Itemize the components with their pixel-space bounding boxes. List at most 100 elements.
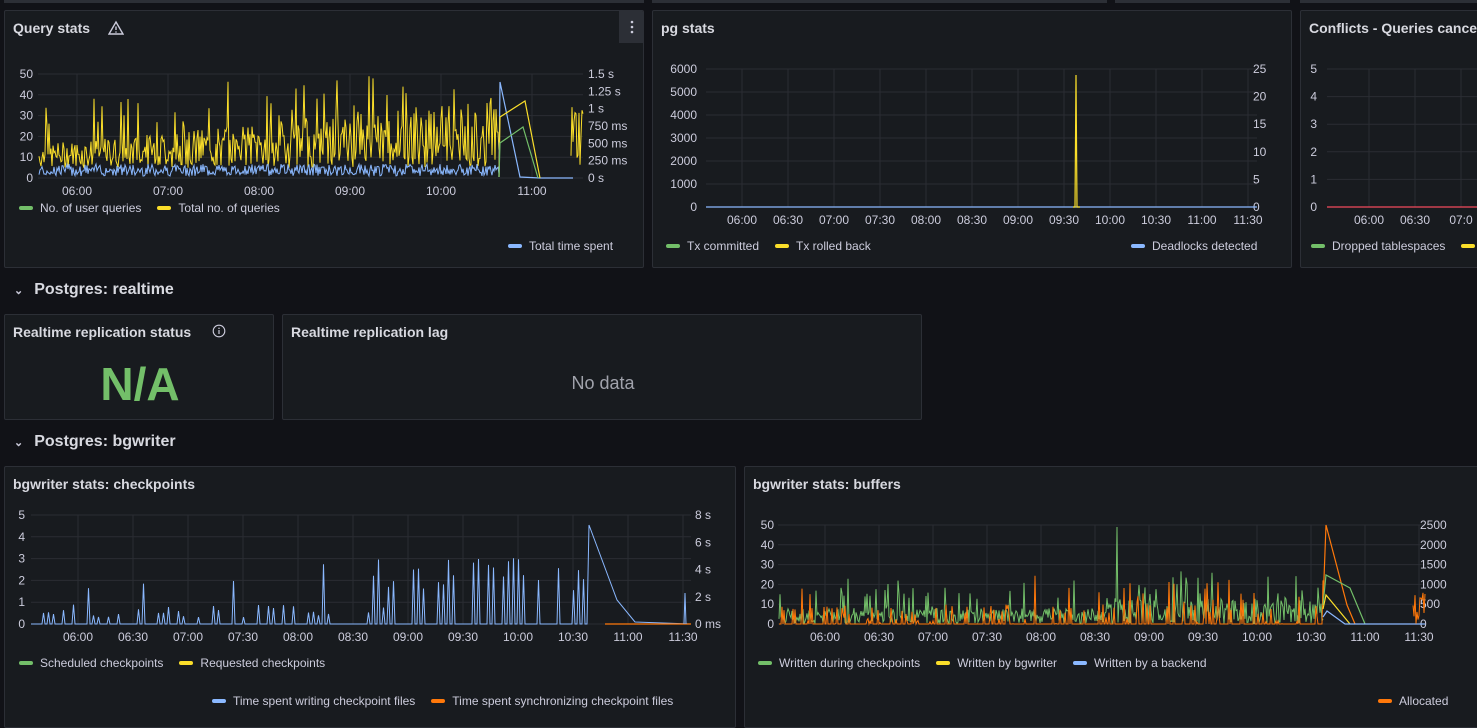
x-tick-label: 11:00: [613, 630, 642, 644]
bgwriter-buffers-panel: bgwriter stats: buffers 50 40 30 20 10 0 2500 2…: [744, 466, 1477, 728]
legend-item[interactable]: Written by bgwriter: [957, 656, 1057, 670]
x-tick-label: 06:30: [118, 630, 148, 644]
y-tick-label: 10: [761, 597, 775, 611]
x-tick-label: 10:30: [1141, 213, 1171, 227]
panel-title: pg stats: [661, 20, 715, 36]
x-tick-label: 11:30: [668, 630, 697, 644]
series-time-spent: [498, 81, 573, 179]
y-tick-label: 5000: [670, 85, 697, 99]
legend-swatch-blue: [508, 244, 522, 248]
legend-item[interactable]: Requested checkpoints: [200, 656, 325, 670]
legend-row: Deadlocks detected: [1131, 239, 1257, 253]
x-tick-label: 07:00: [173, 630, 203, 644]
y2-tick-label: 2 s: [695, 590, 711, 604]
row-header-realtime[interactable]: ⌄ Postgres: realtime: [14, 281, 174, 299]
warning-icon[interactable]: [107, 20, 125, 41]
legend-swatch-blue: [1073, 661, 1087, 665]
y-tick-label: 1000: [670, 177, 697, 191]
panel-title: Query stats: [13, 20, 91, 36]
y2-tick-label: 250 ms: [588, 154, 627, 168]
x-tick-label: 11:30: [1233, 213, 1262, 227]
legend-item[interactable]: Deadlocks detected: [1152, 239, 1257, 253]
legend-item[interactable]: Time spent synchronizing checkpoint file…: [452, 694, 673, 708]
y-tick-label: 0: [767, 617, 774, 631]
y-tick-label: 4000: [670, 108, 697, 122]
legend-row: Time spent writing checkpoint files Time…: [212, 694, 673, 708]
series-allocated-tail: [1322, 524, 1356, 625]
legend-swatch-green: [666, 244, 680, 248]
x-tick-label: 08:00: [911, 213, 941, 227]
series-allocated: [779, 575, 1324, 626]
legend-item[interactable]: Written by a backend: [1094, 656, 1207, 670]
y2-tick-label: 10: [1253, 145, 1267, 159]
menu-icon[interactable]: [619, 11, 643, 43]
y-tick-label: 5: [18, 508, 25, 522]
legend-swatch-yellow: [936, 661, 951, 665]
panel-title: bgwriter stats: buffers: [753, 476, 901, 492]
legend-row: Allocated: [1378, 694, 1448, 708]
x-tick-label: 09:00: [1003, 213, 1033, 227]
x-tick-label: 10:30: [1296, 630, 1326, 644]
series-tx-rolled-back: [1073, 74, 1080, 208]
legend-item[interactable]: No. of user queries: [40, 201, 141, 215]
x-tick-label: 08:00: [1026, 630, 1056, 644]
info-icon[interactable]: [212, 324, 226, 343]
x-tick-label: 10:30: [558, 630, 588, 644]
x-tick-label: 06:30: [864, 630, 894, 644]
legend-swatch-green: [19, 206, 33, 210]
x-tick-label: 08:30: [957, 213, 987, 227]
x-tick-label: 08:30: [1080, 630, 1110, 644]
legend-item[interactable]: Total no. of queries: [178, 201, 279, 215]
legend-item[interactable]: Time spent writing checkpoint files: [233, 694, 415, 708]
y-tick-label: 50: [20, 67, 34, 81]
y-tick-label: 5: [1310, 62, 1317, 76]
legend-swatch-green: [758, 661, 772, 665]
legend-swatch-green: [1311, 244, 1325, 248]
x-tick-label: 07:00: [819, 213, 849, 227]
y2-tick-label: 2000: [1420, 538, 1447, 552]
status-value: N/A: [100, 358, 180, 410]
conflicts-panel: Conflicts - Queries canceled due to 5 4 3 2…: [1300, 10, 1477, 268]
x-tick-label: 11:00: [1350, 630, 1379, 644]
legend-swatch-yellow: [157, 206, 172, 210]
panel-title: bgwriter stats: checkpoints: [13, 476, 196, 492]
pg-stats-chart: 6000500040003000200010000252015105006:00…: [670, 62, 1267, 227]
y-tick-label: 1: [18, 595, 25, 609]
legend-item[interactable]: Tx rolled back: [796, 239, 871, 253]
x-tick-label: 11:30: [1404, 630, 1433, 644]
legend-swatch-blue: [1131, 244, 1145, 248]
legend-item[interactable]: Scheduled checkpoints: [40, 656, 163, 670]
y-tick-label: 0: [18, 617, 25, 631]
row-header-bgwriter[interactable]: ⌄ Postgres: bgwriter: [14, 433, 176, 451]
series-checkpoint-tail: [683, 592, 687, 625]
legend-item[interactable]: Dropped tablespaces: [1332, 239, 1445, 253]
legend-item[interactable]: Total time spent: [529, 239, 613, 253]
y-tick-label: 2: [18, 573, 25, 587]
x-tick-label: 09:30: [1049, 213, 1079, 227]
x-tick-label: 09:00: [393, 630, 423, 644]
y2-tick-label: 5: [1253, 172, 1260, 186]
legend-row: Dropped tablespaces: [1311, 239, 1477, 253]
y-tick-label: 2000: [670, 154, 697, 168]
realtime-lag-panel: Realtime replication lag No data: [282, 314, 922, 420]
legend-item[interactable]: Tx committed: [687, 239, 759, 253]
y-tick-label: 40: [761, 538, 775, 552]
x-tick-label: 08:30: [338, 630, 368, 644]
y-tick-label: 40: [20, 88, 34, 102]
legend-item[interactable]: Written during checkpoints: [779, 656, 920, 670]
y-tick-label: 4: [1310, 90, 1317, 104]
y2-tick-label: 6 s: [695, 535, 711, 549]
y-tick-label: 0: [1310, 200, 1317, 214]
legend-item[interactable]: Allocated: [1399, 694, 1448, 708]
chevron-down-icon[interactable]: ⌄: [14, 284, 23, 297]
chevron-down-icon[interactable]: ⌄: [14, 436, 23, 449]
legend-swatch-blue: [212, 699, 226, 703]
legend-swatch-yellow: [775, 244, 790, 248]
x-tick-label: 07:30: [865, 213, 895, 227]
panel-title: Realtime replication status: [13, 324, 192, 340]
row-title: Postgres: realtime: [34, 281, 174, 298]
x-tick-label: 09:00: [335, 184, 365, 198]
y2-tick-label: 20: [1253, 90, 1267, 104]
x-tick-label: 06:00: [810, 630, 840, 644]
x-tick-label: 11:00: [517, 184, 546, 198]
